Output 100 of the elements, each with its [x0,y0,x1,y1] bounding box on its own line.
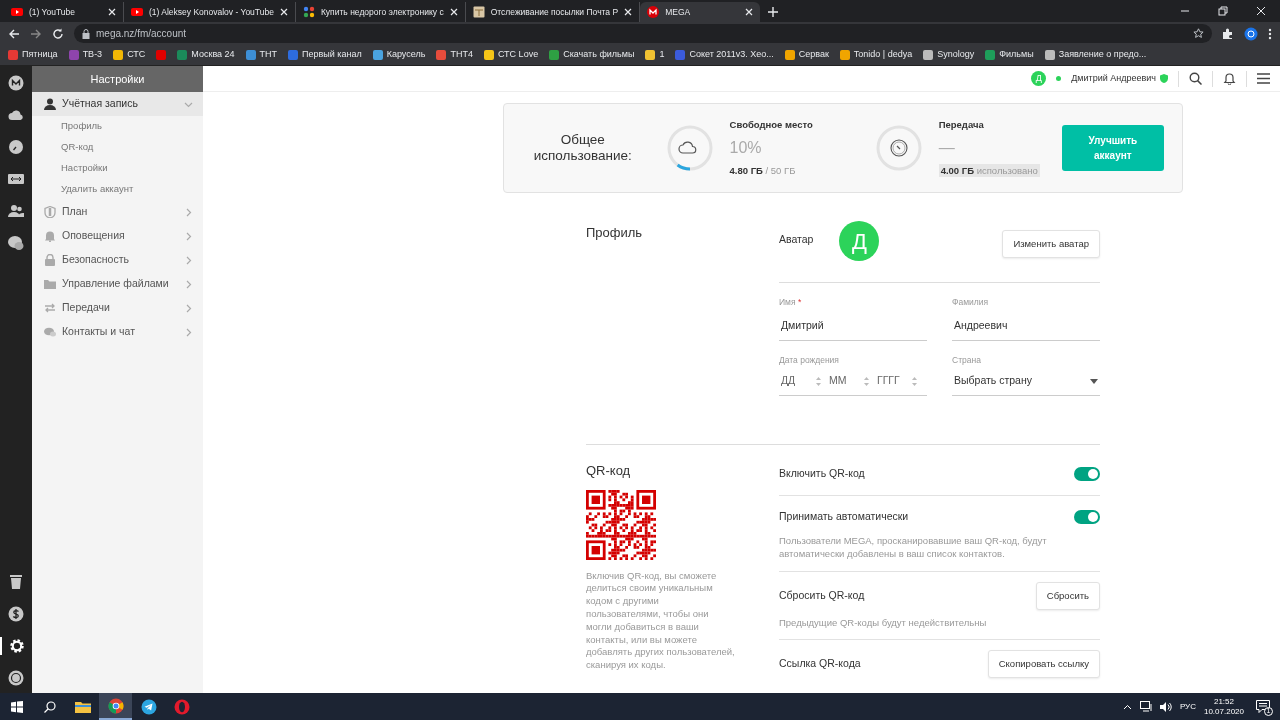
address-bar[interactable]: mega.nz/fm/account [74,24,1212,43]
sidebar-subitem[interactable]: Удалить аккаунт [32,179,203,200]
date-part-field[interactable]: ММ [829,373,863,389]
windows-icon[interactable] [10,700,23,713]
bookmark-link[interactable]: Tonido | dedya [853,48,913,62]
field-label: Фамилия [952,296,990,309]
qr-code [586,489,656,560]
sidebar-item[interactable]: Передачи [32,296,203,320]
bookmark-link[interactable]: Фильмы [999,48,1034,62]
transfer-icon[interactable] [8,171,24,187]
sidebar-item[interactable]: Учётная запись [32,92,203,116]
forward-icon[interactable] [30,27,42,40]
bookmark-link[interactable]: Сервак [798,48,829,62]
close-icon[interactable] [279,8,288,16]
toggle-switch[interactable] [1074,510,1100,524]
input-field[interactable]: Андреевич [952,313,1100,341]
action-button[interactable]: Сбросить [1035,581,1100,610]
bookmark-link[interactable]: 1 [659,48,665,62]
bookmark-link[interactable]: Москва 24 [191,48,235,62]
chat-icon[interactable] [8,235,24,251]
close-icon[interactable] [1256,6,1266,16]
toggle-switch[interactable] [1074,467,1100,481]
date-part-field[interactable]: ГГГГ [877,373,911,389]
bookmark-link[interactable]: Synology [937,48,975,62]
close-icon[interactable] [745,8,754,16]
qr-description: Включив QR-код, вы сможете делиться своим уникальным кодом с другими пользователями, чтобы они могли добавиться в ваши контакты, или вы можете добавлять других пользователей, сканируя их коды. [586,569,736,672]
clock-icon[interactable] [8,139,24,155]
setting-label: Принимать автоматически [779,509,909,525]
profile-icon[interactable] [1244,26,1258,41]
sidebar-subitem[interactable]: QR-код [32,137,203,158]
volume-icon[interactable] [1159,701,1172,712]
back-icon[interactable] [8,27,20,40]
storage-used: 4.80 ГБ [729,165,763,176]
browser-tab[interactable]: MEGA [640,2,761,22]
restore-icon[interactable] [1218,6,1228,16]
chevron-right-icon [184,255,193,265]
menu-icon[interactable] [1257,73,1270,84]
youtube-icon [11,6,23,18]
sidebar-item[interactable]: Оповещения [32,224,203,248]
opera-icon[interactable] [173,698,190,715]
bell-icon[interactable] [1223,72,1236,85]
shield-icon [44,206,56,218]
bookmark-link[interactable]: Скачать фильмы [563,48,635,62]
avatar: Д [839,221,880,261]
bookmark-link[interactable]: СТС Love [497,48,539,62]
menu-icon[interactable] [1268,27,1272,40]
bell-icon [44,230,56,242]
shield-icon [1160,74,1168,83]
bookmark-link[interactable]: Заявление о предо... [1058,48,1147,62]
trash-icon[interactable] [8,574,24,590]
star-icon[interactable] [1193,28,1204,39]
change-avatar-button[interactable]: Изменить аватар [1002,230,1100,259]
close-icon[interactable] [108,8,116,16]
reload-icon[interactable] [52,27,64,40]
storage-percent: 10% [729,138,763,158]
section-heading: QR-код [586,462,632,480]
sidebar-item[interactable]: Контакты и чат [32,320,203,344]
search-icon[interactable] [1189,72,1202,85]
language-indicator[interactable]: РУС [1179,700,1196,713]
transfer-used-label: использовано [976,165,1038,176]
sidebar-title: Настройки [32,66,203,92]
bookmark-link[interactable]: ТВ-3 [82,48,103,62]
country-dropdown[interactable]: Выбрать страну [952,369,1100,396]
input-field[interactable]: Дмитрий [779,313,927,341]
storage-total: / 50 ГБ [765,165,796,176]
sidebar-item[interactable]: Управление файлами [32,272,203,296]
notification-icon[interactable] [1256,700,1270,713]
bookmark-link[interactable]: ТНТ [259,48,278,62]
close-icon[interactable] [449,8,458,16]
sidebar-subitem[interactable]: Настройки [32,158,203,179]
puzzle-icon[interactable] [1222,27,1234,40]
dollar-icon[interactable] [8,606,24,622]
bookmark-link[interactable]: Пятница [22,48,58,62]
caret-icon [1090,378,1098,384]
paper-plane-icon[interactable] [140,698,157,715]
search-icon[interactable] [43,700,56,713]
sidebar-item[interactable]: Безопасность [32,248,203,272]
bookmark-link[interactable]: СТС [127,48,146,62]
bookmark-link[interactable]: Сокет 2011v3. Xeo... [689,48,774,62]
bookmark-link[interactable]: Карусель [386,48,426,62]
settings-icon[interactable] [9,638,25,654]
clock-time[interactable]: 21:52 [1203,696,1244,707]
logo-icon[interactable] [8,75,24,91]
date-part-field[interactable]: ДД [781,373,815,389]
bookmark-link[interactable]: ТНТ4 [450,48,473,62]
sidebar-item[interactable]: План [32,200,203,224]
setting-label: Ссылка QR-кода [779,656,861,672]
action-button[interactable]: Скопировать ссылку [987,650,1100,679]
user-name[interactable]: Дмитрий Андреевич [1071,71,1156,86]
network-icon[interactable] [1139,701,1152,712]
sidebar-subitem[interactable]: Профиль [32,116,203,137]
bookmark-link[interactable]: Первый канал [302,48,362,62]
transfer-icon [44,302,56,314]
clock-date[interactable]: 10.07.2020 [1203,706,1244,717]
contacts-icon[interactable] [8,203,24,219]
chrome-icon[interactable] [107,697,124,714]
dots-icon [302,6,315,18]
chevron-up-icon[interactable] [1122,703,1132,710]
new-tab-icon[interactable] [768,7,779,17]
close-icon[interactable] [624,8,633,16]
